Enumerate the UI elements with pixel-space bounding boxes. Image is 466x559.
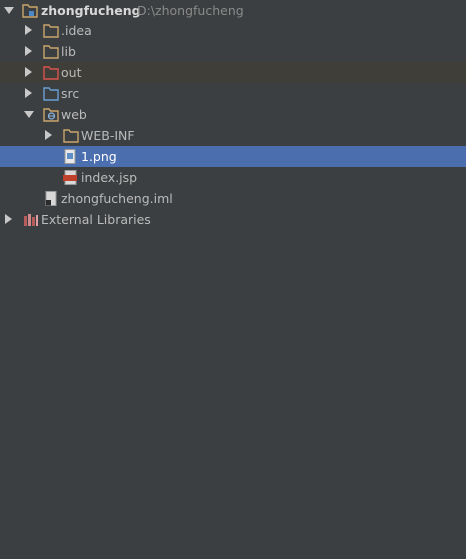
collapse-arrow-icon[interactable] (25, 67, 32, 77)
jsp-file-icon (63, 170, 77, 185)
module-folder-icon (22, 4, 38, 18)
tree-item-label: web (61, 107, 87, 122)
project-tree-panel: zhongfucheng D:\zhongfucheng .idea lib o… (0, 0, 466, 559)
expand-arrow-icon[interactable] (4, 7, 14, 14)
tree-item-label: WEB-INF (81, 128, 135, 143)
tree-item-label: lib (61, 44, 76, 59)
collapse-arrow-icon[interactable] (5, 214, 12, 224)
tree-item-label: out (61, 65, 82, 80)
tree-item-label: .idea (61, 23, 92, 38)
tree-row-web[interactable]: web (0, 104, 466, 125)
collapse-arrow-icon[interactable] (45, 130, 52, 140)
collapse-arrow-icon[interactable] (25, 46, 32, 56)
tree-row-iml[interactable]: zhongfucheng.iml (0, 188, 466, 209)
folder-icon (43, 45, 59, 59)
tree-item-label: index.jsp (81, 170, 138, 185)
root-project-path: D:\zhongfucheng (137, 3, 244, 18)
tree-item-label: External Libraries (41, 212, 151, 227)
tree-row-external-libraries[interactable]: External Libraries (0, 209, 466, 230)
folder-icon (63, 129, 79, 143)
tree-row-root[interactable]: zhongfucheng D:\zhongfucheng (0, 0, 466, 21)
tree-row-1-png[interactable]: 1.png (0, 146, 466, 167)
module-file-icon (45, 191, 57, 206)
tree-row-idea[interactable]: .idea (0, 20, 466, 41)
web-folder-icon (43, 108, 59, 122)
tree-row-web-inf[interactable]: WEB-INF (0, 125, 466, 146)
tree-row-out[interactable]: out (0, 62, 466, 83)
tree-row-src[interactable]: src (0, 83, 466, 104)
root-project-name: zhongfucheng (41, 3, 141, 18)
library-icon (24, 214, 38, 226)
tree-item-label: src (61, 86, 80, 101)
expand-arrow-icon[interactable] (24, 111, 34, 118)
image-file-icon (64, 149, 76, 164)
source-folder-icon (43, 87, 59, 101)
tree-item-label: zhongfucheng.iml (61, 191, 173, 206)
tree-row-lib[interactable]: lib (0, 41, 466, 62)
folder-icon (43, 24, 59, 38)
tree-item-label: 1.png (81, 149, 117, 164)
collapse-arrow-icon[interactable] (25, 25, 32, 35)
excluded-folder-icon (43, 66, 59, 80)
collapse-arrow-icon[interactable] (25, 88, 32, 98)
tree-row-index-jsp[interactable]: index.jsp (0, 167, 466, 188)
